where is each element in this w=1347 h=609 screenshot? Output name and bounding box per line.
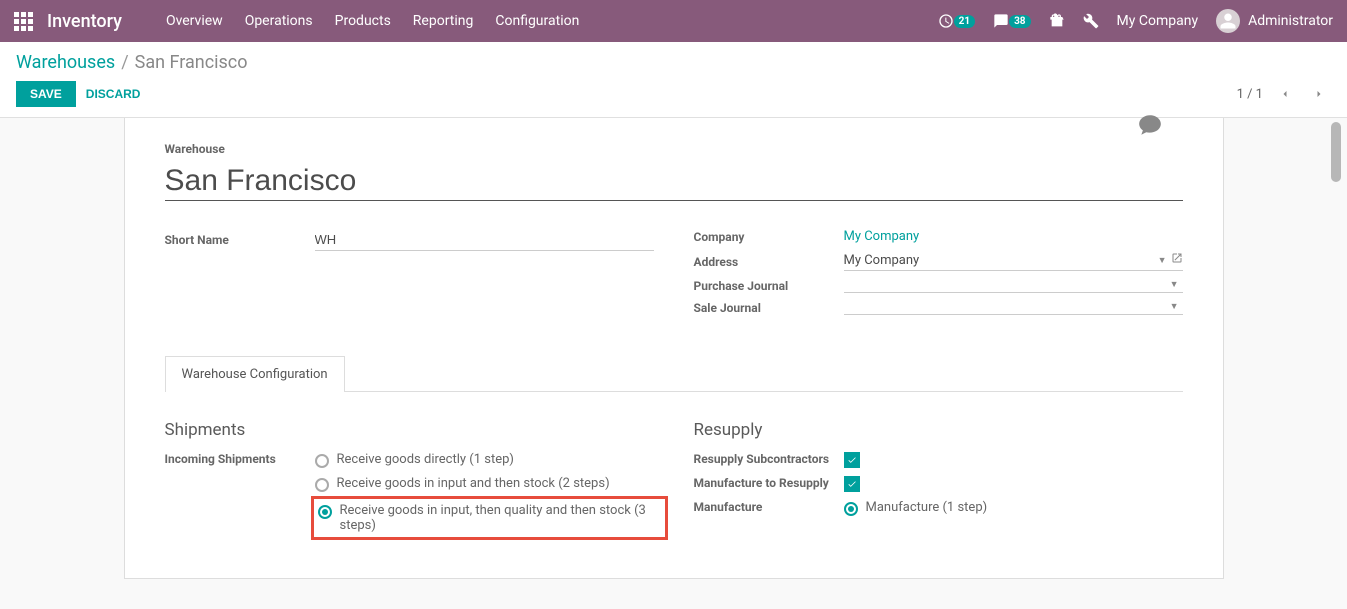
nav-operations[interactable]: Operations: [245, 13, 313, 29]
manufacture-label: Manufacture: [694, 500, 844, 514]
company-link[interactable]: My Company: [844, 229, 920, 244]
message-icon: [993, 13, 1009, 29]
breadcrumb-sep: /: [121, 52, 128, 73]
nav-configuration[interactable]: Configuration: [495, 13, 579, 29]
chevron-right-icon: [1313, 88, 1325, 100]
company-selector[interactable]: My Company: [1117, 13, 1199, 29]
incoming-radio-3step[interactable]: [318, 505, 332, 519]
caret-icon: ▼: [1170, 279, 1179, 290]
nav-products[interactable]: Products: [335, 13, 391, 29]
purchase-journal-label: Purchase Journal: [694, 279, 844, 293]
manufacture-resupply-checkbox[interactable]: [844, 476, 860, 492]
incoming-radio-1step[interactable]: [315, 454, 329, 468]
warehouse-name-input[interactable]: [165, 160, 1183, 201]
manufacture-opt-label: Manufacture (1 step): [866, 500, 988, 515]
short-name-input[interactable]: [315, 229, 654, 251]
check-icon: [847, 455, 857, 465]
tab-warehouse-configuration[interactable]: Warehouse Configuration: [165, 356, 345, 392]
message-count: 38: [1009, 15, 1030, 28]
breadcrumb: Warehouses / San Francisco: [16, 52, 1331, 73]
address-field[interactable]: My Company ▼: [844, 252, 1183, 271]
breadcrumb-parent[interactable]: Warehouses: [16, 52, 115, 73]
user-menu[interactable]: Administrator: [1216, 9, 1333, 33]
scrollbar-thumb[interactable]: [1331, 122, 1341, 182]
check-icon: [847, 479, 857, 489]
incoming-opt2-label: Receive goods in input and then stock (2…: [337, 476, 610, 491]
company-label: Company: [694, 230, 844, 244]
incoming-opt1-label: Receive goods directly (1 step): [337, 452, 514, 467]
warehouse-label: Warehouse: [165, 142, 1183, 156]
caret-icon: ▼: [1170, 301, 1179, 312]
purchase-journal-field[interactable]: ▼: [844, 279, 1183, 293]
breadcrumb-current: San Francisco: [135, 52, 248, 73]
gift-icon: [1049, 13, 1065, 29]
app-title: Inventory: [47, 11, 122, 32]
chatter-icon[interactable]: [1137, 112, 1163, 142]
wrench-icon: [1083, 13, 1099, 29]
pager-next[interactable]: [1307, 82, 1331, 106]
address-label: Address: [694, 255, 844, 269]
clock-icon: [938, 13, 954, 29]
content-area: Warehouse Short Name Company My Company …: [0, 118, 1347, 579]
pager-prev[interactable]: [1273, 82, 1297, 106]
avatar-icon: [1216, 9, 1240, 33]
save-button[interactable]: SAVE: [16, 81, 76, 107]
resupply-sub-label: Resupply Subcontractors: [694, 452, 844, 468]
resupply-sub-checkbox[interactable]: [844, 452, 860, 468]
sale-journal-field[interactable]: ▼: [844, 301, 1183, 315]
sale-journal-label: Sale Journal: [694, 301, 844, 315]
tools-button[interactable]: [1083, 13, 1099, 29]
chevron-left-icon: [1279, 88, 1291, 100]
manufacture-radio-1step[interactable]: [844, 502, 858, 516]
gift-button[interactable]: [1049, 13, 1065, 29]
external-link-icon[interactable]: [1171, 252, 1183, 268]
nav-reporting[interactable]: Reporting: [413, 13, 474, 29]
nav-overview[interactable]: Overview: [166, 13, 223, 29]
control-bar: Warehouses / San Francisco SAVE DISCARD …: [0, 42, 1347, 118]
apps-icon[interactable]: [14, 12, 33, 31]
incoming-shipments-label: Incoming Shipments: [165, 452, 315, 466]
activity-button[interactable]: 21: [938, 13, 975, 29]
discard-button[interactable]: DISCARD: [86, 87, 141, 101]
incoming-opt3-label: Receive goods in input, then quality and…: [340, 503, 651, 533]
manufacture-resupply-label: Manufacture to Resupply: [694, 476, 844, 492]
messages-button[interactable]: 38: [993, 13, 1030, 29]
user-name: Administrator: [1248, 13, 1333, 29]
caret-icon: ▼: [1158, 255, 1167, 266]
address-value: My Company: [844, 253, 1154, 268]
activity-count: 21: [954, 15, 975, 28]
resupply-title: Resupply: [694, 420, 1183, 440]
short-name-label: Short Name: [165, 233, 315, 247]
shipments-title: Shipments: [165, 420, 654, 440]
pager-text: 1 / 1: [1237, 87, 1263, 102]
main-navbar: Inventory Overview Operations Products R…: [0, 0, 1347, 42]
incoming-radio-2step[interactable]: [315, 478, 329, 492]
